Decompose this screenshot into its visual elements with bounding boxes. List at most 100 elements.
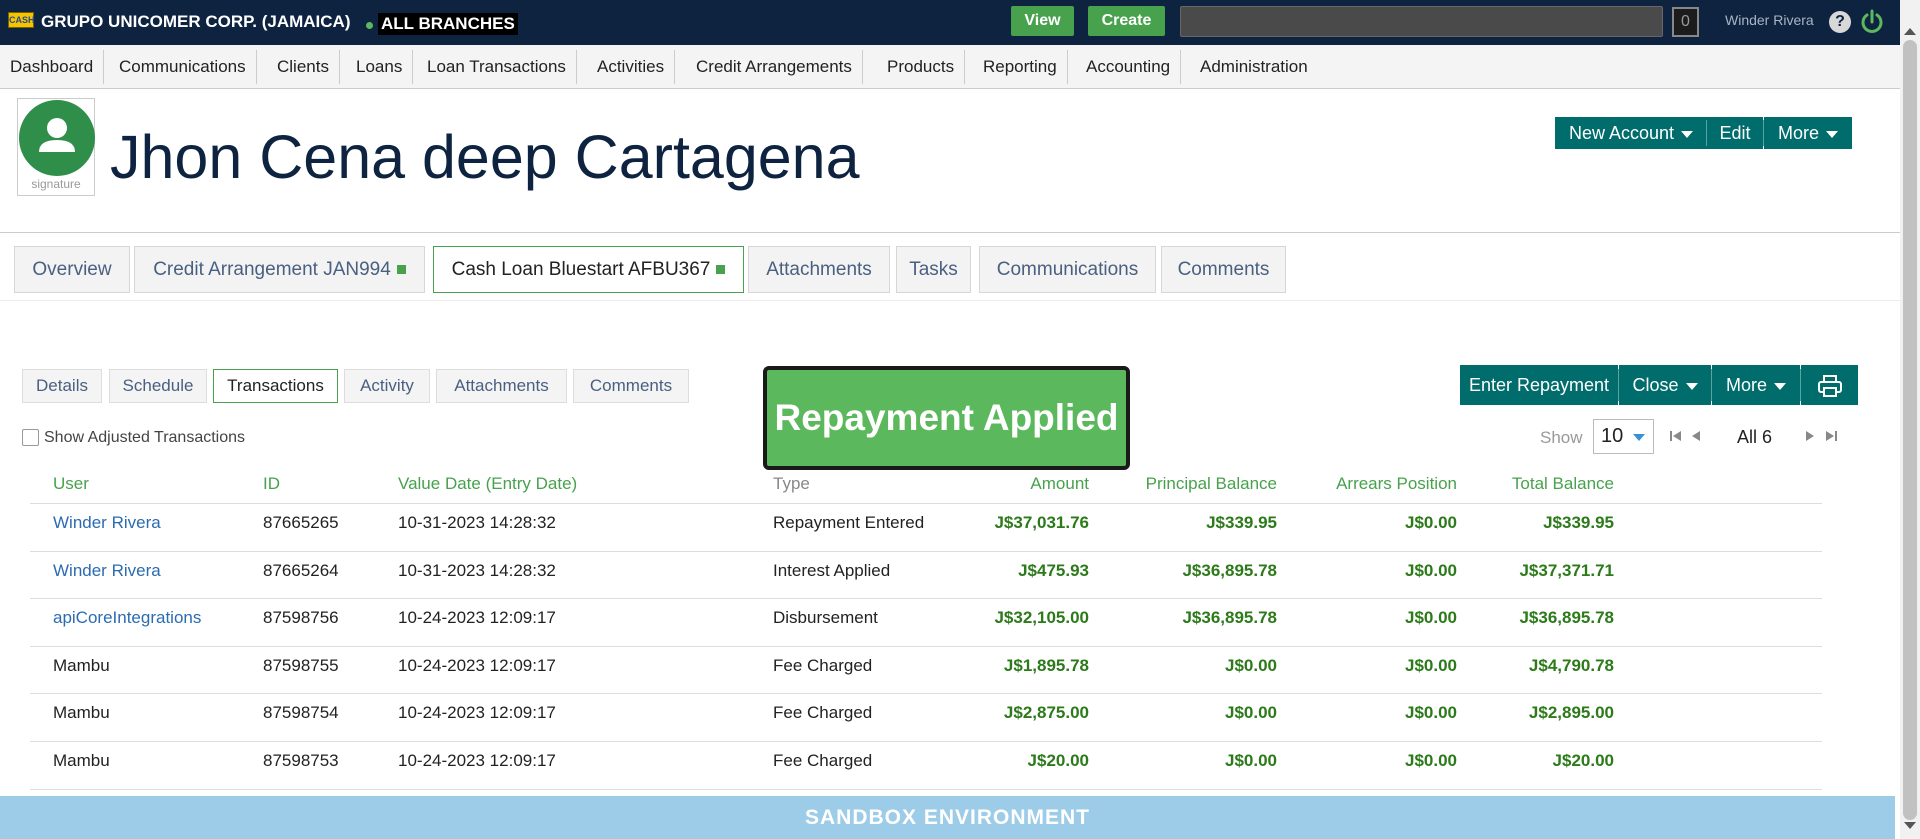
printer-icon [1817,375,1842,398]
row-user-link[interactable]: Winder Rivera [53,513,161,533]
avatar [19,100,95,176]
column-header-type[interactable]: Type [773,474,810,494]
column-header-value-date[interactable]: Value Date (Entry Date) [398,474,577,494]
next-page-icon[interactable] [1804,429,1816,443]
view-button[interactable]: View [1011,6,1074,36]
column-header-total-balance[interactable]: Total Balance [1512,474,1614,494]
first-page-icon[interactable] [1669,429,1683,443]
row-principal-balance: J$36,895.78 [1182,608,1277,627]
client-name: Jhon Cena deep Cartagena [110,123,860,191]
chevron-down-icon [1633,434,1645,441]
subtab-comments[interactable]: Comments [573,369,689,403]
more-label: More [1725,375,1767,395]
create-button[interactable]: Create [1088,6,1165,36]
loan-more-button[interactable]: More [1712,365,1800,405]
row-id: 87665265 [263,513,339,532]
nav-loans[interactable]: Loans [346,50,414,84]
row-user: Mambu [53,703,110,722]
row-principal-balance: J$0.00 [1225,703,1277,722]
scroll-up-icon[interactable] [1904,28,1916,35]
nav-credit-arrangements[interactable]: Credit Arrangements [686,50,863,84]
tab-tasks[interactable]: Tasks [896,246,971,293]
nav-loan-transactions[interactable]: Loan Transactions [417,50,577,84]
row-total-balance: J$36,895.78 [1519,608,1614,627]
client-more-button[interactable]: More [1764,117,1852,149]
show-label: Show [1540,428,1583,447]
nav-administration[interactable]: Administration [1190,50,1318,84]
divider [30,551,1822,552]
user-menu[interactable]: Winder Rivera [1725,12,1814,28]
new-account-label: New Account [1568,123,1675,143]
top-bar: CASH GRUPO UNICOMER CORP. (JAMAICA) ALL … [0,0,1920,45]
subtab-transactions[interactable]: Transactions [213,369,338,403]
tab-overview[interactable]: Overview [14,246,130,293]
enter-repayment-button[interactable]: Enter Repayment [1460,365,1618,405]
row-arrears-position: J$0.00 [1405,656,1457,675]
row-total-balance: J$37,371.71 [1519,561,1614,580]
row-amount: J$1,895.78 [1003,656,1089,675]
page-size-select[interactable]: 10 [1593,419,1654,454]
row-arrears-position: J$0.00 [1405,561,1457,580]
column-header-amount[interactable]: Amount [1030,474,1089,494]
branch-selector[interactable]: ALL BRANCHES [378,13,518,35]
row-user-link[interactable]: apiCoreIntegrations [53,608,201,628]
row-arrears-position: J$0.00 [1405,513,1457,532]
sandbox-banner: SANDBOX ENVIRONMENT [0,796,1895,839]
new-account-button[interactable]: New Account [1555,117,1707,149]
subtab-schedule[interactable]: Schedule [109,369,207,403]
nav-communications[interactable]: Communications [109,50,257,84]
row-amount: J$475.93 [1018,561,1089,580]
previous-page-icon[interactable] [1690,429,1702,443]
nav-clients[interactable]: Clients [267,50,340,84]
column-header-arrears-position[interactable]: Arrears Position [1336,474,1457,494]
show-adjusted-checkbox[interactable] [22,429,39,446]
row-principal-balance: J$36,895.78 [1182,561,1277,580]
subtab-attachments[interactable]: Attachments [436,369,567,403]
tab-credit-arrangement[interactable]: Credit Arrangement JAN994 [134,246,425,293]
column-header-user[interactable]: User [53,474,89,494]
tab-attachments[interactable]: Attachments [748,246,890,293]
row-value-date: 10-24-2023 12:09:17 [398,656,556,675]
row-amount: J$32,105.00 [994,608,1089,627]
notifications-counter[interactable]: 0 [1672,7,1699,37]
tab-communications[interactable]: Communications [979,246,1156,293]
row-type: Interest Applied [773,561,891,580]
row-amount: J$20.00 [1027,751,1089,770]
edit-button[interactable]: Edit [1707,117,1763,149]
row-type: Fee Charged [773,656,873,675]
subtab-activity[interactable]: Activity [344,369,430,403]
power-icon[interactable] [1859,9,1885,35]
row-user: Mambu [53,751,110,770]
nav-products[interactable]: Products [877,50,966,84]
main-nav: Dashboard Communications Clients Loans L… [0,45,1900,89]
nav-reporting[interactable]: Reporting [973,50,1068,84]
scrollbar-thumb[interactable] [1903,40,1917,820]
chevron-down-icon [1826,130,1838,138]
status-indicator [716,265,726,275]
column-header-id[interactable]: ID [263,474,280,494]
row-type: Repayment Entered [773,513,925,532]
subtab-details[interactable]: Details [22,369,102,403]
column-header-principal-balance[interactable]: Principal Balance [1146,474,1277,494]
chevron-down-icon [1774,382,1786,390]
tab-cash-loan[interactable]: Cash Loan Bluestart AFBU367 [433,246,744,293]
row-amount: J$2,875.00 [1003,703,1089,722]
help-icon[interactable]: ? [1829,11,1851,33]
repayment-applied-toast: Repayment Applied [763,366,1130,470]
close-button[interactable]: Close [1619,365,1711,405]
divider [0,300,1900,301]
row-id: 87598756 [263,608,339,627]
last-page-icon[interactable] [1824,429,1838,443]
client-avatar[interactable]: signature [17,98,95,196]
row-principal-balance: J$339.95 [1206,513,1277,532]
scroll-down-icon[interactable] [1904,822,1916,829]
row-user-link[interactable]: Winder Rivera [53,561,161,581]
row-id: 87665264 [263,561,339,580]
tab-comments[interactable]: Comments [1161,246,1286,293]
search-input[interactable] [1180,6,1663,37]
print-button[interactable] [1801,365,1858,405]
nav-accounting[interactable]: Accounting [1076,50,1182,84]
nav-activities[interactable]: Activities [587,50,676,84]
divider [30,598,1822,599]
nav-dashboard[interactable]: Dashboard [0,50,105,84]
